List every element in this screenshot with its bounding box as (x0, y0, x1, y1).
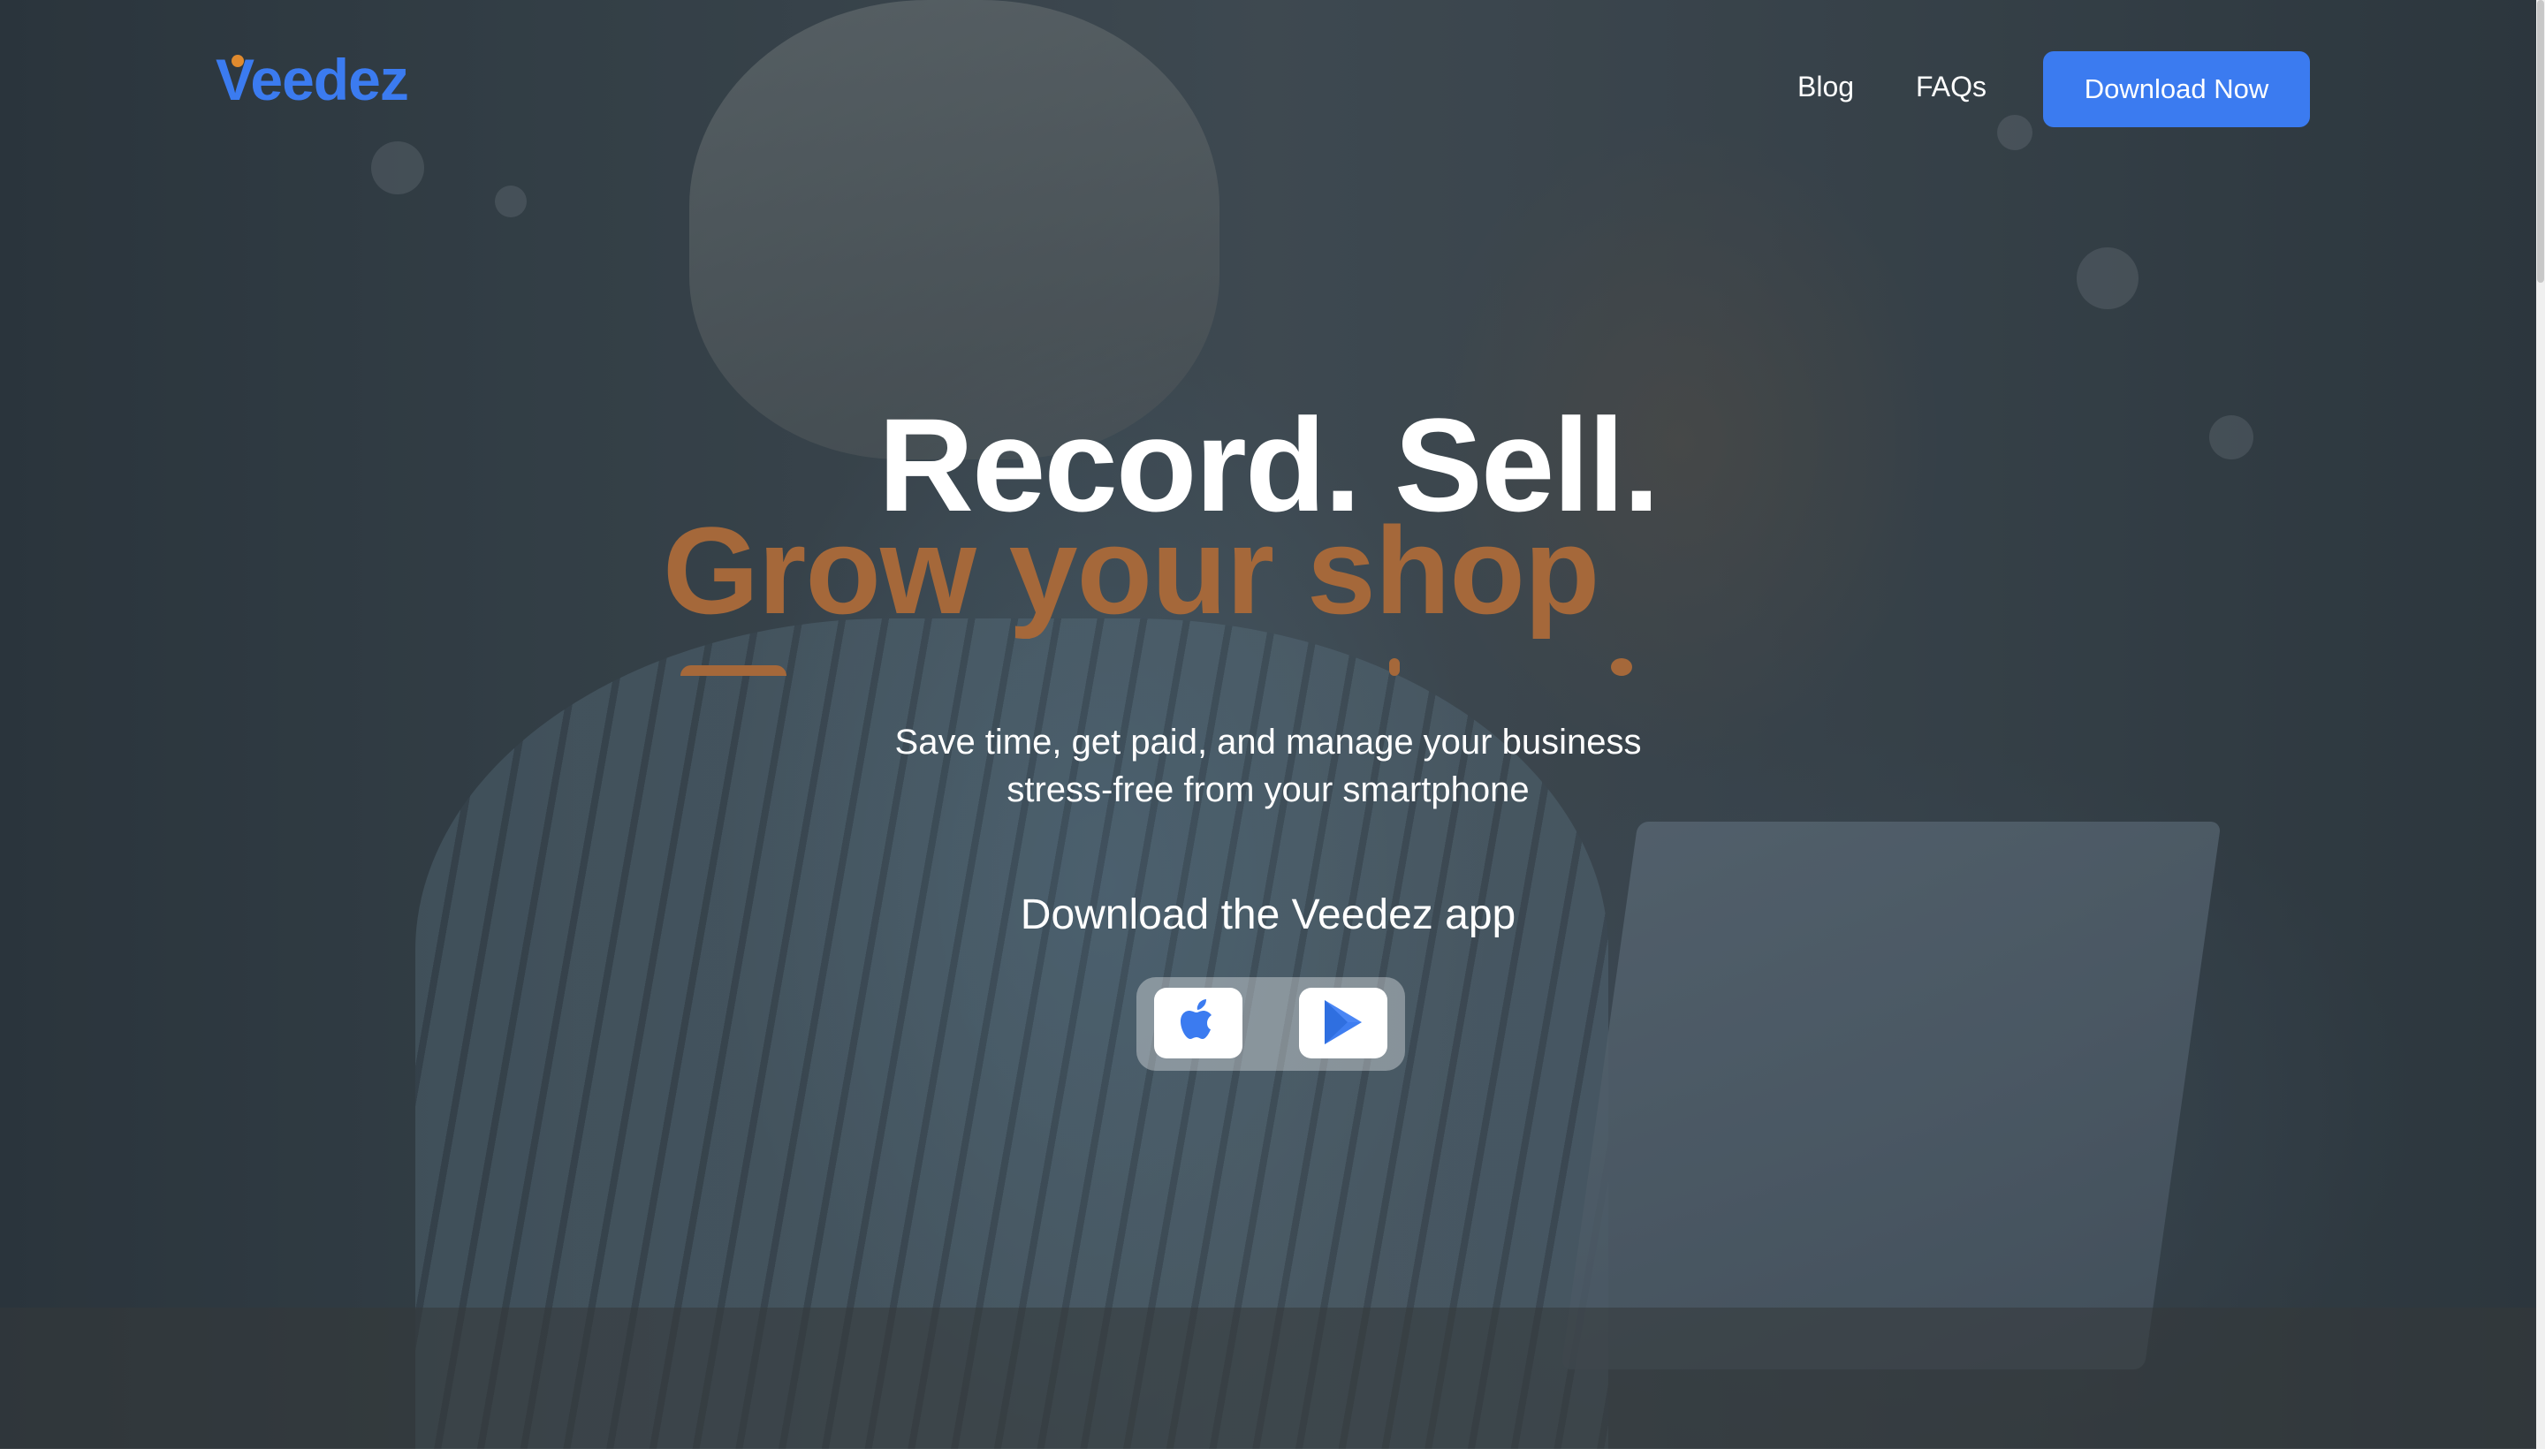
nav-link-faqs[interactable]: FAQs (1916, 71, 1987, 103)
rotating-text-container: Grow your shop (619, 499, 1944, 676)
hero-section: Veedez Blog FAQs Download Now Record. Se… (0, 0, 2536, 1449)
download-now-button[interactable]: Download Now (2043, 51, 2310, 127)
logo-text: Veedez (216, 47, 409, 112)
hero-subtitle: Save time, get paid, and manage your bus… (0, 718, 2536, 814)
apple-icon (1178, 998, 1219, 1049)
veedez-logo[interactable]: Veedez (216, 46, 409, 113)
apple-app-store-button[interactable] (1154, 988, 1242, 1058)
app-store-buttons (1136, 977, 1405, 1071)
subtitle-line-2: stress-free from your smartphone (1007, 770, 1530, 809)
google-play-store-button[interactable] (1299, 988, 1387, 1058)
subtitle-line-1: Save time, get paid, and manage your bus… (894, 723, 1642, 762)
download-app-label: Download the Veedez app (1020, 891, 1516, 938)
scrollbar-thumb[interactable] (2537, 0, 2544, 283)
nav-link-blog[interactable]: Blog (1797, 71, 1854, 103)
rotating-text: Grow your shop (663, 501, 1599, 640)
play-store-icon (1321, 998, 1365, 1049)
logo-accent-dot (232, 55, 244, 67)
page-scrollbar[interactable] (2536, 0, 2545, 1449)
page-bottom-edge (0, 1449, 2545, 1456)
rotating-text-next-peek (672, 658, 1909, 676)
